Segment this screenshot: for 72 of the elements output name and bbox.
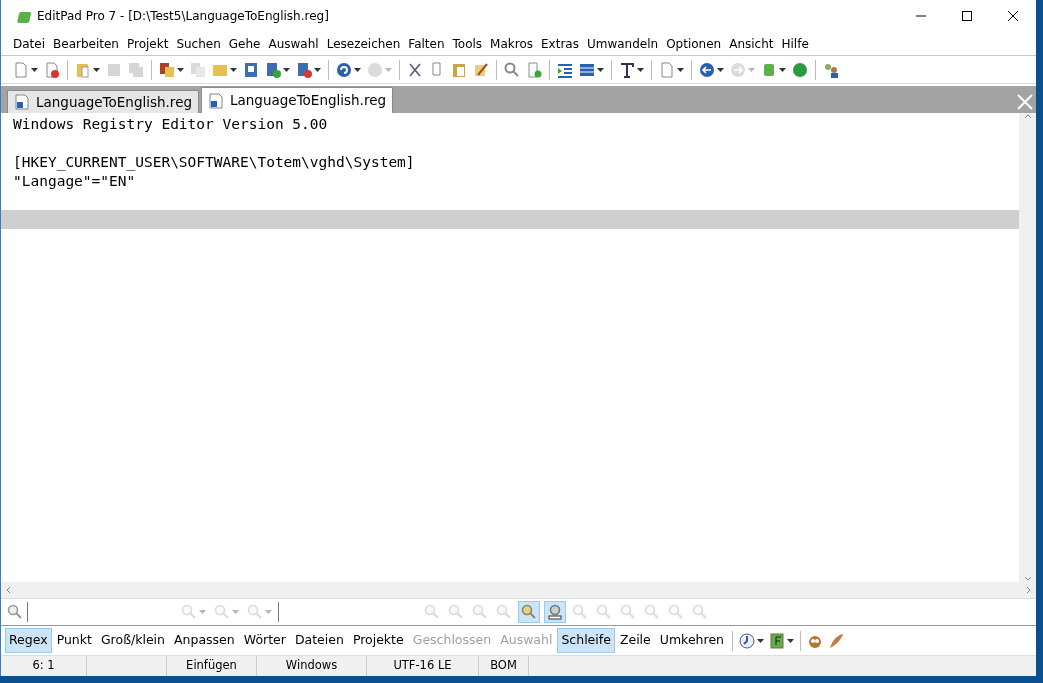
dropdown-arrow-icon[interactable] bbox=[717, 67, 724, 72]
scroll-left-icon bbox=[5, 586, 13, 594]
dropdown-arrow-icon[interactable] bbox=[637, 67, 644, 72]
menu-item[interactable]: Optionen bbox=[662, 32, 726, 55]
menu-item[interactable]: Bearbeiten bbox=[49, 32, 123, 55]
magnifier-icon[interactable] bbox=[521, 604, 537, 620]
code-line: Windows Registry Editor Version 5.00 bbox=[12, 115, 329, 134]
dropdown-arrow-icon[interactable] bbox=[93, 67, 100, 72]
search-option[interactable]: Regex bbox=[5, 628, 52, 653]
menu-item[interactable]: Hilfe bbox=[777, 32, 813, 55]
registry-file-icon bbox=[208, 92, 224, 109]
vertical-scrollbar[interactable] bbox=[1019, 113, 1036, 582]
file-tab[interactable]: LanguageToEnglish.reg bbox=[7, 90, 199, 113]
search-option[interactable]: Projekte bbox=[348, 628, 408, 653]
menu-item[interactable]: Extras bbox=[537, 32, 583, 55]
dropdown-arrow-icon[interactable] bbox=[177, 67, 184, 72]
font-icon[interactable] bbox=[619, 61, 635, 78]
menu-item[interactable]: Umwandeln bbox=[582, 32, 663, 55]
search-option[interactable]: Dateien bbox=[290, 628, 348, 653]
search-option[interactable]: Umkehren bbox=[655, 628, 728, 653]
search-option[interactable]: Zeile bbox=[615, 628, 655, 653]
dropdown-arrow-icon[interactable] bbox=[314, 67, 321, 72]
search-icon[interactable] bbox=[7, 604, 23, 620]
dropdown-arrow-icon[interactable] bbox=[31, 67, 38, 72]
menu-item[interactable]: Makros bbox=[486, 32, 538, 55]
maximize-icon[interactable] bbox=[962, 11, 972, 21]
code-line: [HKEY_CURRENT_USER\SOFTWARE\Totem\vghd\System] bbox=[12, 153, 416, 172]
dropdown-arrow-icon[interactable] bbox=[757, 638, 764, 643]
add-project-icon[interactable] bbox=[265, 61, 281, 78]
status-field: Windows bbox=[257, 656, 367, 676]
remove-project-icon[interactable] bbox=[296, 61, 312, 78]
horizontal-scrollbar[interactable] bbox=[1, 582, 1036, 598]
file-tab[interactable]: LanguageToEnglish.reg bbox=[201, 87, 394, 113]
dropdown-arrow-icon[interactable] bbox=[597, 67, 604, 72]
dropdown-arrow-icon[interactable] bbox=[230, 67, 237, 72]
search-option[interactable]: Anpassen bbox=[170, 628, 239, 653]
dropdown-arrow-icon[interactable] bbox=[787, 638, 794, 643]
menu-item[interactable]: Gehe bbox=[224, 32, 265, 55]
lines-icon[interactable] bbox=[579, 61, 595, 78]
search-option[interactable]: Schleife bbox=[557, 628, 615, 653]
menu-item[interactable]: Projekt bbox=[122, 32, 173, 55]
scroll-down-icon bbox=[1023, 574, 1032, 582]
menu-item[interactable]: Datei bbox=[9, 32, 49, 55]
book-icon[interactable] bbox=[769, 632, 785, 649]
registry-file-icon bbox=[14, 94, 30, 110]
search-option[interactable]: Groß/klein bbox=[96, 628, 170, 653]
scroll-up-icon bbox=[1023, 113, 1032, 121]
menu-item[interactable]: Lesezeichen bbox=[322, 32, 405, 55]
search-option[interactable]: Wörter bbox=[239, 628, 290, 653]
menu-item[interactable]: Auswahl bbox=[264, 32, 323, 55]
menu-item[interactable]: Suchen bbox=[172, 32, 225, 55]
copy-documents-icon[interactable] bbox=[159, 61, 175, 78]
close-icon[interactable] bbox=[1008, 11, 1018, 21]
menu-item[interactable]: Ansicht bbox=[725, 32, 778, 55]
dropdown-arrow-icon[interactable] bbox=[779, 67, 786, 72]
status-field: BOM bbox=[479, 656, 529, 676]
menu-item[interactable]: Tools bbox=[448, 32, 487, 55]
clock-icon[interactable] bbox=[739, 632, 755, 649]
search-option[interactable]: Punkt bbox=[52, 628, 96, 653]
code-line: "Langage"="EN" bbox=[12, 172, 137, 191]
magnifier-icon[interactable] bbox=[547, 604, 563, 620]
feather-icon[interactable] bbox=[828, 632, 844, 649]
dropdown-arrow-icon[interactable] bbox=[283, 67, 290, 72]
dropdown-arrow-icon[interactable] bbox=[354, 67, 361, 72]
status-field: Einfügen bbox=[167, 656, 257, 676]
status-field: 6: 1 bbox=[1, 656, 87, 676]
scroll-right-icon bbox=[1024, 586, 1032, 594]
status-field: UTF-16 LE bbox=[367, 656, 479, 676]
dropdown-arrow-icon[interactable] bbox=[677, 67, 684, 72]
window-title: EditPad Pro 7 - [D:\Test5\LanguageToEnglish.reg] bbox=[37, 8, 330, 25]
undo-icon[interactable] bbox=[336, 61, 352, 78]
menu-item[interactable]: Falten bbox=[404, 32, 449, 55]
